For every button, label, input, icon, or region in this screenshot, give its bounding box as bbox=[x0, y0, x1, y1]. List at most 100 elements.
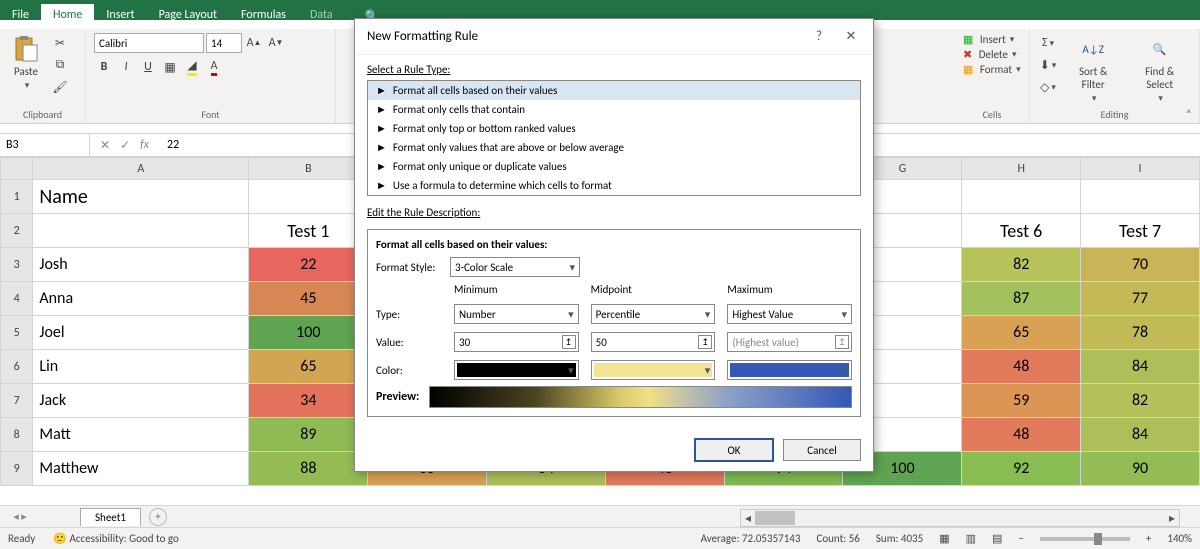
min-type-combo[interactable]: Number bbox=[454, 304, 579, 324]
row-header[interactable]: 9 bbox=[1, 452, 33, 486]
status-accessibility[interactable]: 🙂 Accessibility: Good to go bbox=[53, 532, 178, 545]
row-header[interactable]: 7 bbox=[1, 384, 33, 418]
cell[interactable]: 78 bbox=[1081, 316, 1200, 350]
italic-button[interactable]: I bbox=[116, 57, 136, 77]
cell[interactable]: 87 bbox=[962, 282, 1081, 316]
horizontal-scrollbar[interactable]: ◂ ▸ bbox=[740, 509, 1180, 527]
help-button[interactable]: ? bbox=[809, 29, 829, 44]
range-picker-icon[interactable]: ↥ bbox=[562, 335, 576, 349]
accept-formula-icon[interactable]: ✓ bbox=[120, 138, 130, 153]
cell[interactable]: 65 bbox=[962, 316, 1081, 350]
tab-data[interactable]: Data bbox=[298, 4, 345, 29]
cell[interactable]: Test 6 bbox=[962, 214, 1081, 248]
format-cells-button[interactable]: ▦ Format▾ bbox=[963, 63, 1021, 76]
decrease-font-button[interactable]: A▼ bbox=[266, 33, 286, 53]
max-value-input[interactable]: (Highest value)↥ bbox=[727, 332, 852, 352]
sort-filter-button[interactable]: A↓Z Sort & Filter▾ bbox=[1064, 33, 1122, 106]
cell[interactable]: 48 bbox=[962, 418, 1081, 452]
cell[interactable]: Joel bbox=[33, 316, 249, 350]
paste-button[interactable]: Paste ▾ bbox=[8, 33, 44, 93]
close-button[interactable]: ✕ bbox=[841, 29, 861, 44]
cell[interactable]: 34 bbox=[249, 384, 368, 418]
row-header[interactable]: 8 bbox=[1, 418, 33, 452]
row-header[interactable]: 4 bbox=[1, 282, 33, 316]
autosum-button[interactable]: Σ▾ bbox=[1038, 33, 1058, 53]
font-size-combo[interactable] bbox=[206, 33, 242, 53]
select-all-corner[interactable] bbox=[1, 158, 33, 180]
fill-button[interactable]: ⬇▾ bbox=[1038, 55, 1058, 75]
cell[interactable]: 82 bbox=[1081, 384, 1200, 418]
row-header[interactable]: 2 bbox=[1, 214, 33, 248]
rule-type-item[interactable]: ► Format only values that are above or b… bbox=[368, 138, 860, 157]
range-picker-icon[interactable]: ↥ bbox=[835, 335, 849, 349]
format-style-combo[interactable]: 3-Color Scale bbox=[450, 257, 580, 277]
name-box[interactable]: B3 bbox=[0, 134, 90, 156]
rule-type-item[interactable]: ► Format only top or bottom ranked value… bbox=[368, 119, 860, 138]
cell[interactable]: 59 bbox=[962, 384, 1081, 418]
cell[interactable]: Matt bbox=[33, 418, 249, 452]
cell[interactable]: Test 1 bbox=[249, 214, 368, 248]
cell[interactable]: 88 bbox=[249, 452, 368, 486]
cell[interactable]: 84 bbox=[1081, 418, 1200, 452]
sheet-tab-1[interactable]: Sheet1 bbox=[80, 508, 141, 526]
row-header[interactable]: 6 bbox=[1, 350, 33, 384]
insert-cells-button[interactable]: ▦ Insert▾ bbox=[963, 33, 1021, 46]
cell[interactable]: Lin bbox=[33, 350, 249, 384]
cut-button[interactable]: ✂ bbox=[50, 33, 70, 53]
bold-button[interactable]: B bbox=[94, 57, 114, 77]
rule-type-item[interactable]: ► Format only cells that contain bbox=[368, 100, 860, 119]
col-header-H[interactable]: H bbox=[962, 158, 1081, 180]
font-color-button[interactable]: A bbox=[204, 57, 224, 77]
min-value-input[interactable]: 30↥ bbox=[454, 332, 579, 352]
cell[interactable] bbox=[962, 180, 1081, 214]
cell[interactable]: 84 bbox=[1081, 350, 1200, 384]
mid-type-combo[interactable]: Percentile bbox=[591, 304, 716, 324]
cell[interactable]: 90 bbox=[1081, 452, 1200, 486]
view-pagebreak-button[interactable]: ▤ bbox=[992, 532, 1002, 545]
underline-button[interactable]: U bbox=[138, 57, 158, 77]
cell[interactable]: 70 bbox=[1081, 248, 1200, 282]
tab-insert[interactable]: Insert bbox=[94, 4, 146, 29]
rule-type-item[interactable]: ► Format only unique or duplicate values bbox=[368, 157, 860, 176]
zoom-in-button[interactable]: + bbox=[1146, 532, 1151, 545]
clear-button[interactable]: ◇▾ bbox=[1038, 77, 1058, 97]
cell[interactable]: Josh bbox=[33, 248, 249, 282]
fx-icon[interactable]: fx bbox=[140, 138, 149, 153]
cell[interactable] bbox=[33, 214, 249, 248]
row-header[interactable]: 1 bbox=[1, 180, 33, 214]
tab-page-layout[interactable]: Page Layout bbox=[147, 4, 229, 29]
cell[interactable]: Matthew bbox=[33, 452, 249, 486]
cell[interactable]: 48 bbox=[962, 350, 1081, 384]
cell[interactable]: 100 bbox=[249, 316, 368, 350]
cell[interactable] bbox=[1081, 180, 1200, 214]
increase-font-button[interactable]: A▲ bbox=[244, 33, 264, 53]
cell[interactable]: 92 bbox=[962, 452, 1081, 486]
rule-type-item[interactable]: ► Use a formula to determine which cells… bbox=[368, 176, 860, 195]
zoom-level[interactable]: 140% bbox=[1167, 532, 1192, 545]
cell[interactable]: Test 7 bbox=[1081, 214, 1200, 248]
tab-home[interactable]: Home bbox=[41, 4, 94, 29]
add-sheet-button[interactable]: + bbox=[149, 508, 167, 526]
rule-type-list[interactable]: ► Format all cells based on their values… bbox=[367, 80, 861, 196]
cell[interactable]: 82 bbox=[962, 248, 1081, 282]
cell[interactable]: 65 bbox=[249, 350, 368, 384]
rule-type-item[interactable]: ► Format all cells based on their values bbox=[368, 81, 860, 100]
max-type-combo[interactable]: Highest Value bbox=[727, 304, 852, 324]
row-header[interactable]: 5 bbox=[1, 316, 33, 350]
cell[interactable]: Jack bbox=[33, 384, 249, 418]
font-name-combo[interactable] bbox=[94, 33, 204, 53]
mid-value-input[interactable]: 50↥ bbox=[591, 332, 716, 352]
cell[interactable]: 45 bbox=[249, 282, 368, 316]
tab-file[interactable]: File bbox=[0, 4, 41, 29]
cell[interactable]: Anna bbox=[33, 282, 249, 316]
cell[interactable]: 22 bbox=[249, 248, 368, 282]
cell[interactable]: 77 bbox=[1081, 282, 1200, 316]
row-header[interactable]: 3 bbox=[1, 248, 33, 282]
ok-button[interactable]: OK bbox=[695, 439, 773, 461]
min-color-combo[interactable] bbox=[454, 360, 579, 380]
delete-cells-button[interactable]: ✖ Delete▾ bbox=[963, 48, 1021, 61]
col-header-A[interactable]: A bbox=[33, 158, 249, 180]
max-color-combo[interactable] bbox=[727, 360, 852, 380]
format-painter-button[interactable]: 🖌 bbox=[50, 77, 70, 97]
col-header-B[interactable]: B bbox=[249, 158, 368, 180]
